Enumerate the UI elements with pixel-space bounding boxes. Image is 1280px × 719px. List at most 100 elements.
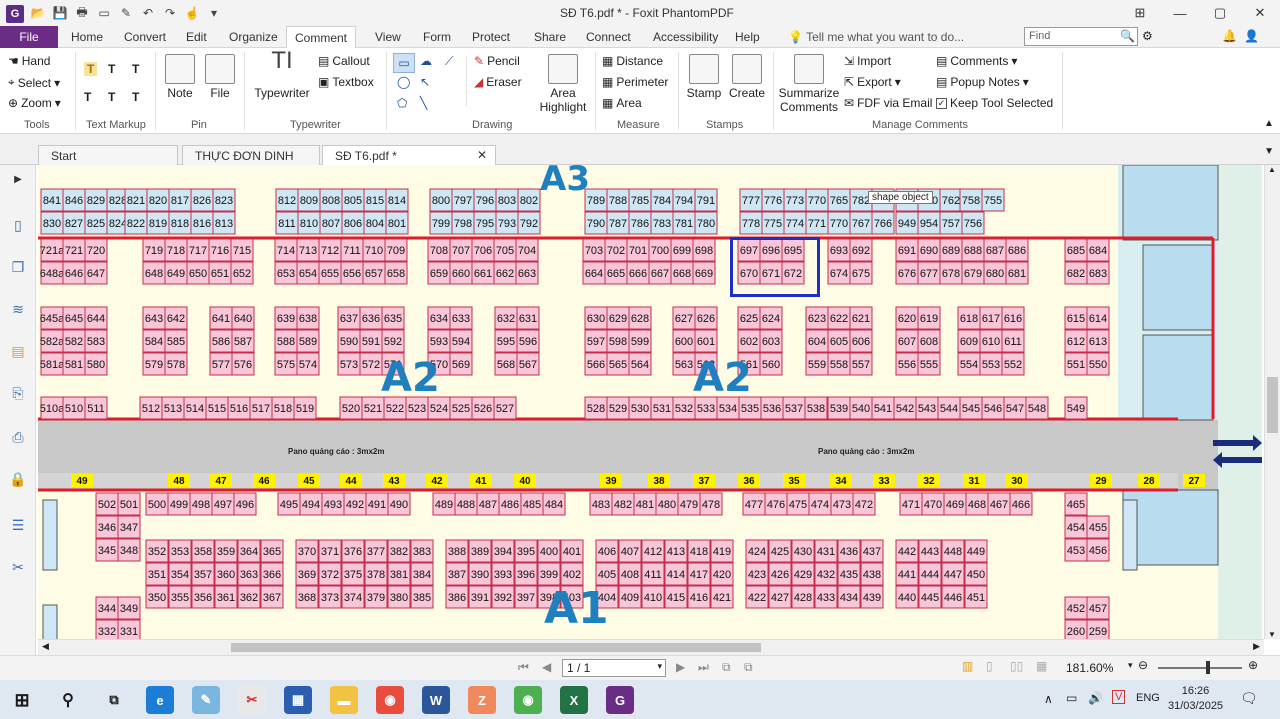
undo-icon[interactable]: ↶: [140, 5, 156, 21]
page-thumbnail-icon[interactable]: ▯: [8, 215, 28, 235]
expand-panel-icon[interactable]: ▶: [8, 169, 28, 189]
scroll-up-icon[interactable]: ▲: [1268, 165, 1276, 174]
file-menu[interactable]: File: [0, 26, 58, 48]
zoom-in-icon[interactable]: ⊕: [1248, 658, 1258, 672]
selected-rectangle-annotation[interactable]: [730, 237, 820, 297]
perimeter-button[interactable]: ▦ Perimeter: [602, 75, 668, 89]
cloud-icon[interactable]: ☁: [420, 54, 432, 68]
zoom-level[interactable]: 181.60%: [1066, 661, 1113, 675]
arrow-icon[interactable]: ↖: [420, 75, 430, 89]
pencil-button[interactable]: ✎ Pencil: [474, 54, 520, 68]
tab-list-icon[interactable]: ▼: [1264, 146, 1274, 157]
chrome-icon[interactable]: ◉: [376, 686, 404, 714]
gear-icon[interactable]: ⚙: [1142, 29, 1153, 43]
lock-icon[interactable]: 🔒: [8, 469, 28, 489]
page-number-input[interactable]: 1 / 1 ▾: [562, 659, 666, 677]
notifications-icon[interactable]: 🗨: [1240, 690, 1258, 707]
tools-icon[interactable]: ✂: [8, 557, 28, 577]
eraser-button[interactable]: ◢ Eraser: [474, 75, 522, 89]
single-page-icon[interactable]: ▥: [962, 659, 973, 673]
textbox-button[interactable]: ▣ Textbox: [318, 75, 374, 89]
scroll-right-icon[interactable]: ▶: [1253, 641, 1260, 652]
create-button[interactable]: Create: [728, 54, 766, 100]
tab-start[interactable]: Start: [38, 145, 178, 165]
tab-sd-t6[interactable]: SĐ T6.pdf * ✕: [322, 145, 496, 165]
export-button[interactable]: ⇱ Export ▾: [844, 75, 901, 89]
scroll-down-icon[interactable]: ▼: [1268, 630, 1276, 639]
comments-panel-icon[interactable]: ▤: [8, 341, 28, 361]
close-button[interactable]: ✕: [1240, 0, 1280, 26]
tab-accessibility[interactable]: Accessibility: [653, 30, 718, 44]
tell-me-input[interactable]: 💡 Tell me what you want to do...: [788, 30, 964, 44]
callout-button[interactable]: ▤ Callout: [318, 54, 370, 68]
zoom-dropdown-icon[interactable]: ▾: [1128, 660, 1133, 671]
tab-help[interactable]: Help: [735, 30, 760, 44]
store-icon[interactable]: ▦: [284, 686, 312, 714]
hand-tool[interactable]: ☚ Hand: [8, 54, 50, 68]
underline-text-icon[interactable]: T: [132, 62, 139, 76]
stamp-button[interactable]: Stamp: [686, 54, 722, 100]
distance-button[interactable]: ▦ Distance: [602, 54, 663, 68]
squiggly-text-icon[interactable]: T: [108, 62, 115, 76]
tab-home[interactable]: Home: [71, 30, 103, 44]
first-page-icon[interactable]: ⏮: [518, 660, 529, 675]
tab-view[interactable]: View: [375, 30, 401, 44]
clock[interactable]: 16:26 31/03/2025: [1168, 684, 1223, 714]
continuous-icon[interactable]: ▯: [986, 659, 993, 673]
attachment-icon[interactable]: ⎘: [8, 383, 28, 403]
import-button[interactable]: ⇲ Import: [844, 54, 891, 68]
task-view-icon[interactable]: ⧉: [100, 686, 128, 714]
fdf-email-button[interactable]: ✉ FDF via Email: [844, 96, 932, 110]
chrome-profile-icon[interactable]: ◉: [514, 686, 542, 714]
excel-icon[interactable]: X: [560, 686, 588, 714]
pdf-page-view[interactable]: 841 846 829 828 830 827 825 824 821 820 817 826 823 8…: [38, 165, 1262, 639]
ribbon-display-icon[interactable]: ⊞: [1120, 0, 1160, 26]
last-page-icon[interactable]: ⏭: [698, 660, 709, 675]
network-icon[interactable]: ▭: [1066, 691, 1077, 705]
insert-text-icon[interactable]: T: [132, 90, 139, 104]
windows-start-icon[interactable]: ⊞: [8, 686, 36, 714]
tab-organize[interactable]: Organize: [229, 30, 278, 44]
file-attach-button[interactable]: File: [204, 54, 236, 100]
continuous-facing-icon[interactable]: ▦: [1036, 659, 1047, 673]
typewriter-button[interactable]: TI Typewriter: [252, 49, 312, 101]
language-indicator[interactable]: ENG: [1136, 692, 1160, 704]
area-button[interactable]: ▦ Area: [602, 96, 642, 110]
foxit-icon[interactable]: G: [606, 686, 634, 714]
horizontal-scroll-thumb[interactable]: [231, 643, 761, 652]
signature-icon[interactable]: ⎙: [8, 427, 28, 447]
tray-expand-icon[interactable]: ∧: [1044, 692, 1053, 706]
edge-icon[interactable]: e: [146, 686, 174, 714]
area-highlight-button[interactable]: Area Highlight: [538, 54, 588, 114]
vertical-scroll-thumb[interactable]: [1267, 377, 1278, 433]
keep-tool-selected-checkbox[interactable]: ✓ Keep Tool Selected: [936, 96, 1053, 110]
comments-dropdown[interactable]: ▤ Comments ▾: [936, 54, 1017, 68]
scroll-left-icon[interactable]: ◀: [42, 641, 49, 652]
page-icon[interactable]: ▭: [96, 5, 112, 21]
line-icon[interactable]: ╲: [420, 96, 427, 110]
form-fields-icon[interactable]: ☰: [8, 515, 28, 535]
vietkey-icon[interactable]: V: [1112, 690, 1126, 704]
note-button[interactable]: Note: [164, 54, 196, 100]
oval-icon[interactable]: ◯: [397, 75, 410, 89]
open-icon[interactable]: 📂: [30, 5, 46, 21]
print-icon[interactable]: 🖶: [74, 5, 90, 21]
vertical-scrollbar[interactable]: ▲ ▼: [1264, 165, 1280, 639]
tab-edit[interactable]: Edit: [186, 30, 207, 44]
search-icon[interactable]: 🔍: [1120, 29, 1135, 43]
tab-convert[interactable]: Convert: [124, 30, 166, 44]
customize-icon[interactable]: ▾: [206, 5, 222, 21]
next-view-icon[interactable]: ⧉: [744, 660, 753, 675]
horizontal-scrollbar[interactable]: ◀ ▶: [38, 639, 1264, 655]
bell-icon[interactable]: 🔔: [1222, 29, 1237, 43]
tab-form[interactable]: Form: [423, 30, 451, 44]
tab-protect[interactable]: Protect: [472, 30, 510, 44]
zoom-tool[interactable]: ⊕ Zoom ▾: [8, 96, 61, 110]
maximize-button[interactable]: ▢: [1200, 0, 1240, 26]
tab-share[interactable]: Share: [534, 30, 566, 44]
volume-icon[interactable]: 🔊: [1088, 691, 1103, 705]
tab-comment[interactable]: Comment: [286, 26, 357, 49]
layers-icon[interactable]: ≋: [8, 299, 28, 319]
user-icon[interactable]: 👤: [1244, 29, 1259, 43]
polyline-icon[interactable]: ⟋: [445, 54, 453, 69]
